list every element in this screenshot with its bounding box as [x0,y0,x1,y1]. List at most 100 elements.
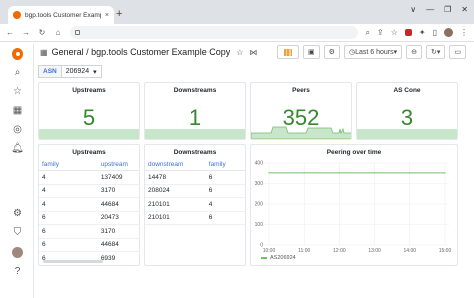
x-tick-label: 10:00 [263,248,276,254]
gear-icon: ⚙ [328,49,335,56]
alerting-icon[interactable]: 🔔︎ [11,143,24,154]
search-icon[interactable]: ⌕ [12,67,23,78]
refresh-button[interactable]: ↻ ▾ [425,45,446,59]
save-dashboard-button[interactable]: ▣ [303,45,320,59]
table-cell: 6 [42,241,46,249]
user-avatar[interactable] [12,247,23,258]
column-header-family[interactable]: family [206,159,245,170]
forward-icon[interactable]: → [22,28,30,37]
data-point [338,172,340,174]
table-cell: 44684 [100,241,119,249]
timeseries-panel-peering[interactable]: Peering over time 0 100 200 300 400 10:00 11:0… [250,144,458,266]
stat-value: 3 [400,105,414,130]
table-cell: 14478 [148,173,167,181]
table-row[interactable]: 208024 6 [145,185,245,198]
table-row[interactable]: 6 3170 [39,225,139,239]
column-header-family[interactable]: family [39,159,98,170]
close-window-icon[interactable]: ✕ [461,5,468,14]
sparkline [145,129,245,139]
panel-title: AS Cone [393,87,421,94]
tab-close-icon[interactable]: × [105,12,109,19]
table-cell: 4 [42,187,46,195]
star-icon[interactable]: ☆ [236,48,243,57]
breadcrumb-root[interactable]: General [52,47,84,57]
profile-avatar[interactable] [444,28,453,37]
table-row[interactable]: 4 3170 [39,185,139,198]
table-cell: 20473 [100,214,119,222]
tab-search-icon[interactable]: ∨ [410,5,416,14]
help-icon[interactable]: ? [12,266,23,277]
share-icon[interactable]: ⋈ [249,48,257,57]
table-panel-upstreams[interactable]: Upstreams family upstream 4 137409 4 3170 4 4… [38,144,140,266]
add-panel-button[interactable] [277,45,300,59]
data-point [268,172,270,174]
grafana-sidebar: ⌕ ☆ ▦ ◎ 🔔︎ ⚙ ⛉ ? [0,43,34,298]
restore-icon[interactable]: ❐ [444,5,451,14]
back-icon[interactable]: ← [6,28,14,37]
tv-mode-button[interactable]: ▭ [449,45,466,59]
dashboards-icon[interactable]: ▦ [12,105,23,116]
table-row[interactable]: 6 6939 [39,252,139,265]
grafana-logo-icon[interactable] [12,47,23,60]
stat-panel-as-cone[interactable]: AS Cone 3 [356,82,458,140]
browser-toolbar: ← → ↻ ⌂ ⌕ ⇪ ☆ ✦ ▯ ⋮ [0,24,474,42]
table-panel-downstreams[interactable]: Downstreams downstream family 14478 6 2080… [144,144,246,266]
table-cell: 137409 [100,173,123,181]
stat-panel-peers[interactable]: Peers 352 [250,82,352,140]
stat-panel-downstreams[interactable]: Downstreams 1 [144,82,246,140]
zoom-icon[interactable]: ⌕ [366,28,370,38]
data-point [303,172,305,174]
table-cell: 4 [42,173,46,181]
home-icon[interactable]: ⌂ [54,28,62,37]
table-row[interactable]: 6 44684 [39,239,139,252]
grafana-favicon-icon [13,11,21,19]
table-cell: 6 [208,173,213,181]
stat-panel-upstreams[interactable]: Upstreams 5 [38,82,140,140]
legend-swatch [261,257,267,259]
new-tab-button[interactable]: + [116,8,122,20]
table-row[interactable]: 4 137409 [39,171,139,185]
table-cell: 4 [42,200,46,208]
time-picker[interactable]: ◷ Last 6 hours ▾ [343,45,403,59]
panel-title: Upstreams [72,87,106,94]
share-icon[interactable]: ⇪ [377,28,384,37]
extensions-icon[interactable]: ✦ [419,28,426,37]
asn-select[interactable]: 206924 ▾ [61,65,102,78]
sparkline [357,129,457,139]
browser-tab[interactable]: bgp.tools Customer Example × [8,6,114,24]
explore-icon[interactable]: ◎ [12,124,23,135]
breadcrumb-separator: / [86,47,89,57]
dashboard-settings-button[interactable]: ⚙ [323,45,340,59]
window-controls: ∨ — ❐ ✕ [410,5,468,14]
starred-icon[interactable]: ☆ [12,86,23,97]
x-tick-label: 15:00 [439,248,452,254]
page-title[interactable]: General / bgp.tools Customer Example Cop… [52,47,231,57]
minimize-icon[interactable]: — [426,5,434,14]
shield-icon[interactable]: ⛉ [12,227,23,238]
column-header-downstream[interactable]: downstream [145,159,206,170]
column-header-upstream[interactable]: upstream [98,159,139,170]
table-row[interactable]: 4 44684 [39,198,139,212]
table-row[interactable]: 210101 6 [145,212,245,225]
reload-icon[interactable]: ↻ [38,28,46,37]
chart-legend[interactable]: AS206924 [261,255,296,261]
bookmark-icon[interactable]: ☆ [391,28,398,37]
address-bar[interactable] [70,26,358,39]
extension-icon[interactable] [404,29,412,36]
y-tick-label: 200 [255,202,264,208]
zoom-out-icon: ⊖ [411,49,417,56]
gear-icon[interactable]: ⚙ [12,208,23,219]
asn-value: 206924 [65,68,90,75]
table-row[interactable]: 6 20473 [39,212,139,225]
panel-title: Downstreams [173,87,217,94]
browser-menu-icon[interactable]: ⋮ [460,28,468,37]
sidepanel-icon[interactable]: ▯ [433,28,437,37]
zoom-out-button[interactable]: ⊖ [406,45,422,59]
y-tick-label: 300 [255,181,264,187]
dashboard-title[interactable]: bgp.tools Customer Example Copy [91,47,230,57]
horizontal-scrollbar[interactable] [43,260,103,263]
time-range-label: Last 6 hours [355,48,394,56]
table-row[interactable]: 14478 6 [145,171,245,185]
table-row[interactable]: 210101 4 [145,198,245,212]
stat-value: 5 [82,105,96,130]
